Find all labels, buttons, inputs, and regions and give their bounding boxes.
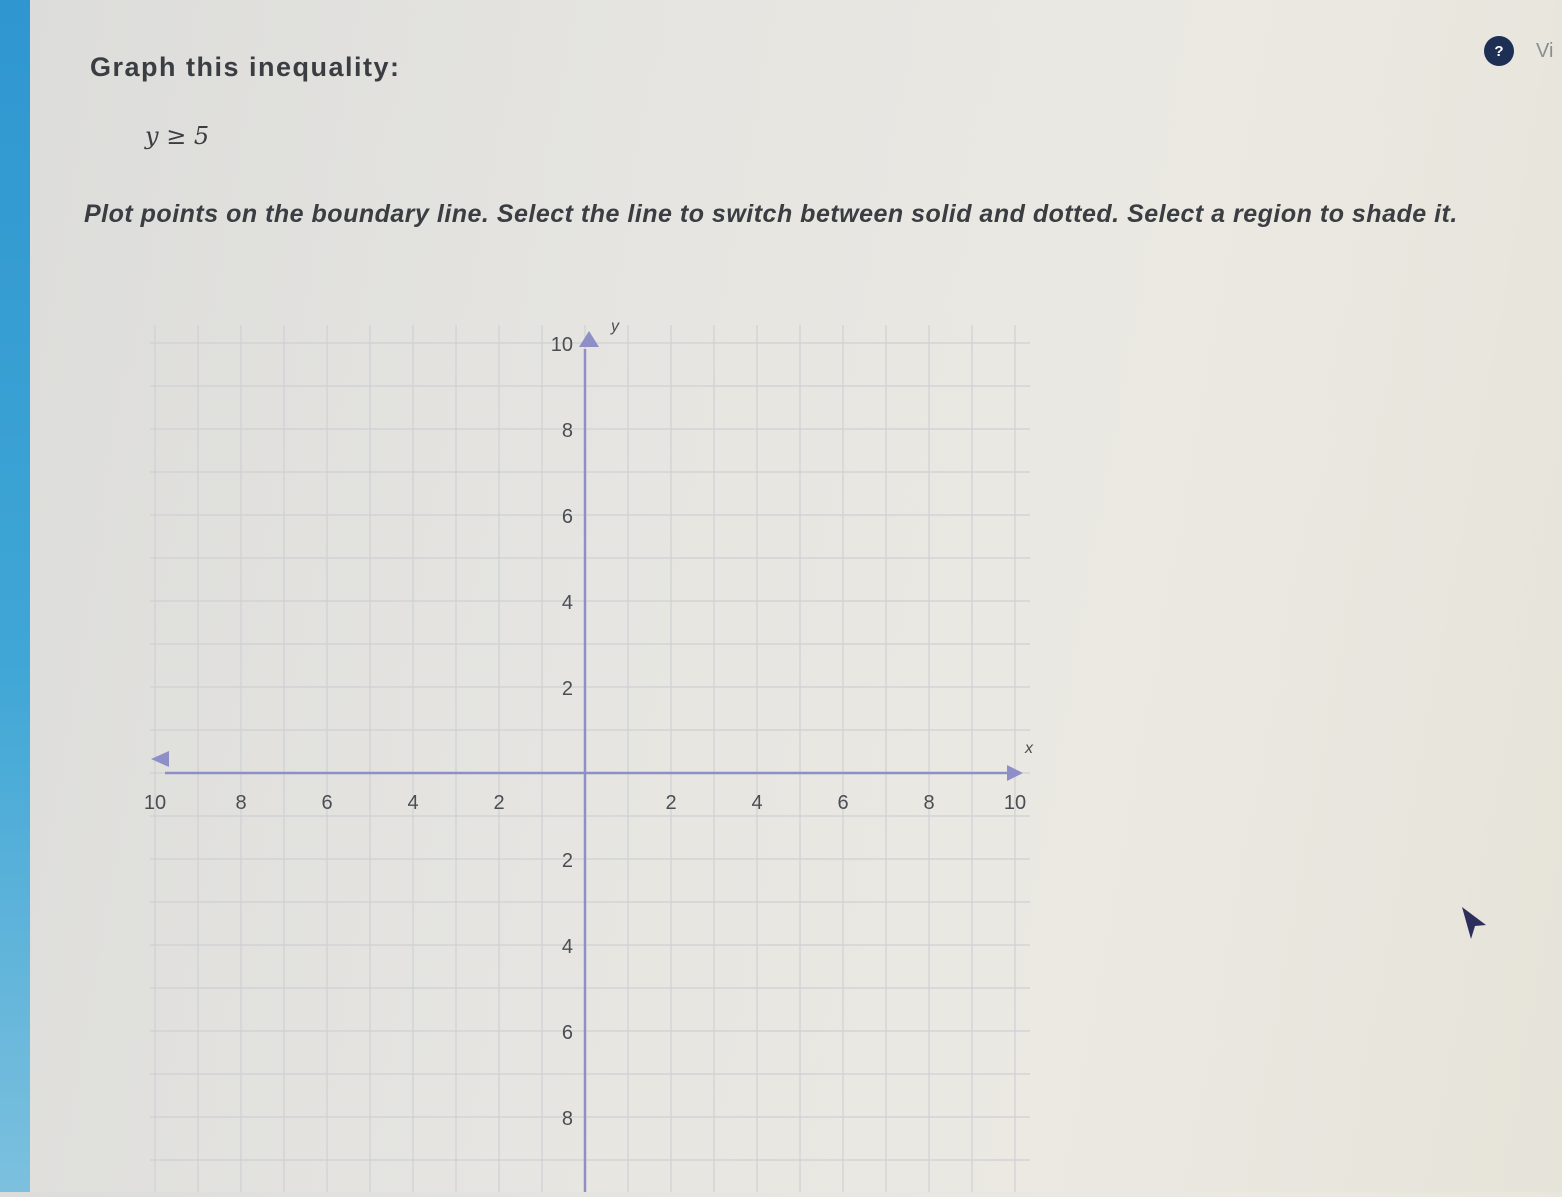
y-tick-label: 10 [551,334,573,356]
x-axis-label: x [1024,740,1034,757]
y-tick-label: 2 [562,678,573,700]
graph-canvas[interactable]: x y 10 8 6 4 2 2 4 6 8 10 10 8 6 4 2 2 4 6 8 [110,300,1070,1192]
coordinate-graph[interactable]: x y 10 8 6 4 2 2 4 6 8 10 10 8 6 4 2 2 4 6 8 [110,300,1070,1197]
instructions-text: Plot points on the boundary line. Select… [84,200,1458,228]
y-tick-label: 4 [562,592,573,614]
grid-lines [150,325,1030,1192]
y-tick-label: 6 [562,506,573,528]
x-tick-label: 6 [837,792,848,814]
y-axis-arrow-up-icon [579,331,599,347]
y-axis-label: y [610,318,620,335]
question-title: Graph this inequality: [90,52,401,82]
x-tick-label: 2 [493,792,504,814]
x-tick-label: 4 [751,792,762,814]
x-tick-label: 8 [235,792,246,814]
x-tick-label: 8 [923,792,934,814]
y-tick-label: 8 [562,420,573,442]
left-accent-bar [0,0,30,1192]
x-tick-label: 2 [665,792,676,814]
x-tick-label: 10 [144,792,166,814]
y-tick-label: 8 [562,1108,573,1130]
x-tick-label: 4 [407,792,418,814]
x-axis-arrow-left-icon [151,751,169,767]
mouse-pointer-icon [1462,907,1486,939]
y-tick-label: 2 [562,850,573,872]
y-tick-label: 6 [562,1022,573,1044]
x-tick-label: 10 [1004,792,1026,814]
inequality-expression: y ≥ 5 [145,122,210,150]
view-label[interactable]: Vi [1536,40,1553,63]
y-tick-label: 4 [562,936,573,958]
x-tick-label: 6 [321,792,332,814]
help-icon[interactable]: ? [1484,36,1514,66]
help-icon-glyph: ? [1494,42,1504,60]
